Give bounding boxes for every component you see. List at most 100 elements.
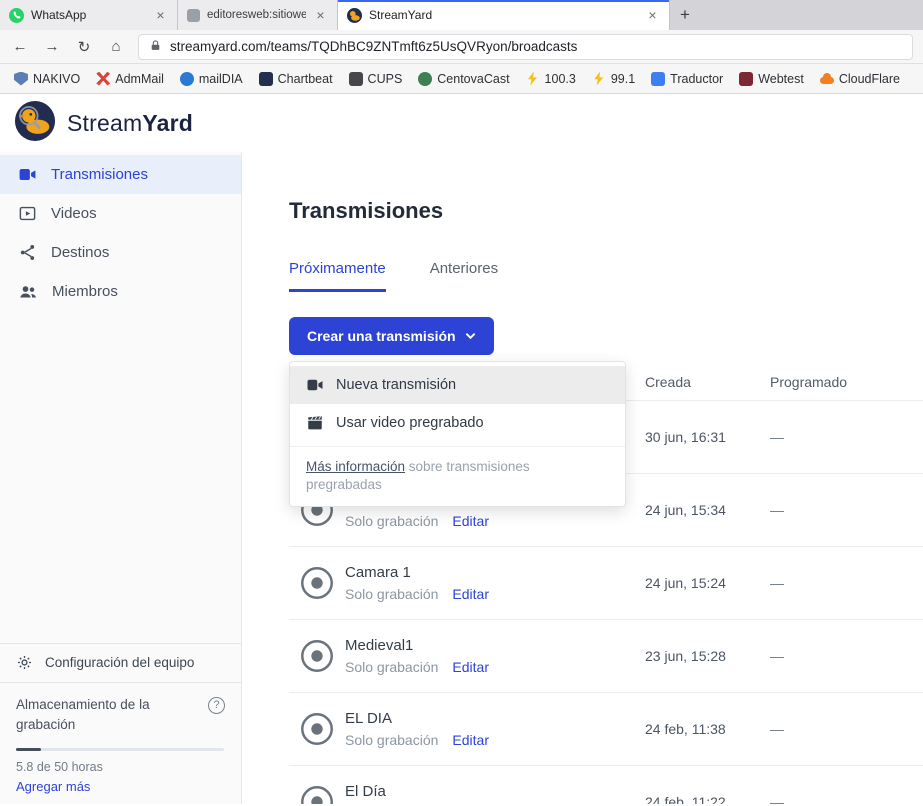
brand-word-yard: Yard [142,110,193,136]
sidebar-item-transmisiones[interactable]: Transmisiones [0,155,241,194]
record-icon [289,637,345,675]
scheduled-date: — [770,429,923,445]
tab-editoresweb[interactable]: editoresweb:sitioweb:eldia.co × [178,0,338,30]
home-icon[interactable]: ⌂ [106,38,126,55]
storage-title: Almacenamiento de la grabación [16,695,184,736]
broadcast-name: El Día [345,783,645,800]
edit-link[interactable]: Editar [452,513,489,529]
create-broadcast-label: Crear una transmisión [307,328,456,344]
back-icon[interactable]: ← [10,38,30,55]
created-date: 24 jun, 15:24 [645,575,770,591]
bookmark-label: 99.1 [611,72,635,86]
scheduled-date: — [770,575,923,591]
edit-link[interactable]: Editar [452,659,489,675]
bookmark-maildia[interactable]: mailDIA [174,72,249,86]
menu-info-text: Más información sobre transmisiones preg… [290,446,625,506]
bookmark-label: Webtest [758,72,804,86]
team-settings-button[interactable]: Configuración del equipo [0,643,241,683]
more-info-link[interactable]: Más información [306,459,405,474]
bookmark-chartbeat[interactable]: Chartbeat [253,72,339,86]
bookmark-admmail[interactable]: AdmMail [90,72,170,86]
bookmark-99-1[interactable]: 99.1 [586,72,641,86]
video-play-icon [18,204,37,223]
created-date: 30 jun, 16:31 [645,429,770,445]
sidebar-item-miembros[interactable]: Miembros [0,272,241,311]
browser-tab-bar: WhatsApp × editoresweb:sitioweb:eldia.co… [0,0,923,30]
storage-progress-bar [16,748,224,751]
edit-link[interactable]: Editar [452,586,489,602]
table-row: EL DIA Solo grabaciónEditar 24 feb, 11:3… [289,693,923,766]
tab-anteriores[interactable]: Anteriores [430,260,498,292]
close-icon[interactable]: × [153,7,168,23]
mail-x-icon [96,72,110,86]
lightning-icon [526,72,540,86]
close-icon[interactable]: × [645,7,660,23]
menu-item-new-broadcast[interactable]: Nueva transmisión [290,366,625,404]
bookmark-label: NAKIVO [33,72,80,86]
streamyard-logo[interactable] [14,100,56,147]
streamyard-favicon [347,8,362,23]
created-date: 24 jun, 15:34 [645,502,770,518]
created-date: 24 feb, 11:22 [645,794,770,804]
create-broadcast-menu: Nueva transmisión Usar video pregrabado … [289,361,626,507]
forward-icon[interactable]: → [42,38,62,55]
tab-title: StreamYard [369,8,638,22]
sidebar: Transmisiones Videos Destinos Miembros C… [0,152,242,804]
broadcast-name: Camara 1 [345,564,645,581]
centova-icon [418,72,432,86]
bookmark-100-3[interactable]: 100.3 [520,72,582,86]
chevron-down-icon [465,332,476,340]
brand-wordmark: StreamYard [67,110,193,137]
record-icon [289,783,345,804]
storage-usage-text: 5.8 de 50 horas [16,760,227,774]
table-row: Medieval1 Solo grabaciónEditar 23 jun, 1… [289,620,923,693]
edit-link[interactable]: Editar [452,732,489,748]
new-tab-button[interactable]: + [670,0,700,30]
record-icon [289,710,345,748]
clapperboard-icon [306,414,324,432]
bookmark-nakivo[interactable]: NAKIVO [8,72,86,86]
tab-streamyard-active[interactable]: StreamYard × [338,0,670,30]
cloud-icon [820,72,834,86]
menu-item-prerecorded[interactable]: Usar video pregrabado [290,404,625,442]
shield-icon [14,72,28,86]
address-bar[interactable]: streamyard.com/teams/TQDhBC9ZNTmft6z5UsQ… [138,34,913,60]
video-camera-icon [18,165,37,184]
table-row: El Día Solo grabaciónEditar 24 feb, 11:2… [289,766,923,804]
bookmark-centovacast[interactable]: CentovaCast [412,72,515,86]
add-more-link[interactable]: Agregar más [16,779,90,794]
bookmark-label: 100.3 [545,72,576,86]
bookmarks-bar: NAKIVO AdmMail mailDIA Chartbeat CUPS Ce… [0,64,923,94]
team-settings-label: Configuración del equipo [45,655,194,670]
bookmark-label: CentovaCast [437,72,509,86]
sidebar-item-label: Miembros [52,283,118,300]
bookmark-cloudflare[interactable]: CloudFlare [814,72,906,86]
bookmark-label: mailDIA [199,72,243,86]
bookmark-webtest[interactable]: Webtest [733,72,810,86]
lightning-icon [592,72,606,86]
reload-icon[interactable]: ↻ [74,38,94,56]
menu-item-label: Usar video pregrabado [336,415,484,431]
lock-icon [149,39,162,55]
column-created: Creada [645,374,770,390]
help-icon[interactable]: ? [208,697,225,714]
bird-icon [180,72,194,86]
bookmark-traductor[interactable]: Traductor [645,72,729,86]
tab-proximamente[interactable]: Próximamente [289,260,386,292]
broadcast-type: Solo grabación [345,586,438,602]
scheduled-date: — [770,648,923,664]
created-date: 23 jun, 15:28 [645,648,770,664]
bookmark-label: Traductor [670,72,723,86]
bookmark-cups[interactable]: CUPS [343,72,409,86]
close-icon[interactable]: × [313,7,328,23]
broadcast-tabs: Próximamente Anteriores [289,260,923,292]
broadcast-name: Medieval1 [345,637,645,654]
generic-site-icon [187,9,200,22]
create-broadcast-button[interactable]: Crear una transmisión [289,317,494,355]
video-camera-icon [306,376,324,394]
sidebar-item-destinos[interactable]: Destinos [0,233,241,272]
browser-window: WhatsApp × editoresweb:sitioweb:eldia.co… [0,0,923,806]
created-date: 24 feb, 11:38 [645,721,770,737]
tab-whatsapp[interactable]: WhatsApp × [0,0,178,30]
sidebar-item-videos[interactable]: Videos [0,194,241,233]
